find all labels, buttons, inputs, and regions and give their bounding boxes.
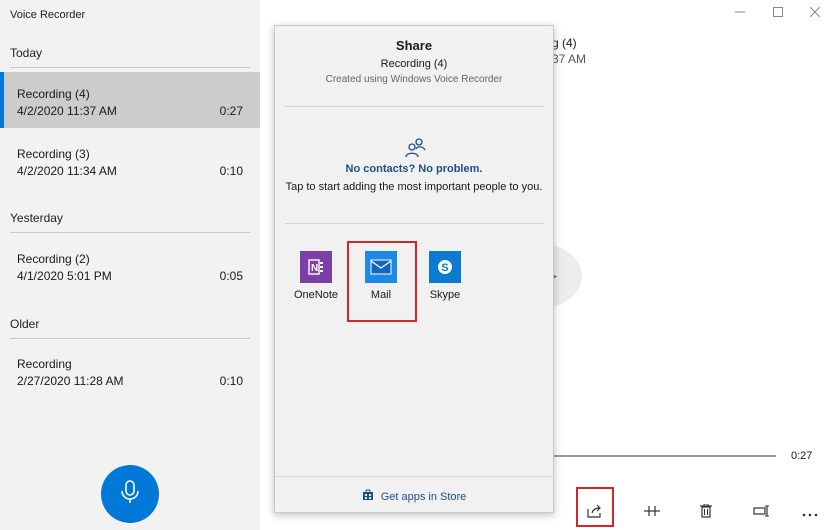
maximize-icon (773, 6, 783, 20)
share-app-label: Skype (429, 289, 461, 301)
share-app-label: OneNote (293, 289, 339, 301)
delete-icon (700, 503, 712, 523)
get-apps-label: Get apps in Store (380, 490, 467, 503)
recording-duration: 0:10 (219, 374, 243, 388)
recording-duration: 0:27 (219, 104, 243, 118)
more-icon (802, 504, 818, 522)
section-divider (10, 338, 250, 339)
total-time: 0:27 (791, 450, 813, 462)
share-button-highlight (576, 487, 614, 527)
recording-item-2[interactable]: Recording (2) 4/1/2020 5:01 PM 0:05 (0, 237, 260, 293)
trim-icon (643, 504, 661, 523)
player-title: g (4) (552, 36, 577, 50)
share-divider (285, 223, 544, 224)
contacts-prompt-title[interactable]: No contacts? No problem. (275, 163, 553, 175)
minimize-button[interactable] (731, 4, 749, 22)
share-app-skype[interactable]: S Skype (415, 251, 475, 301)
recording-name: Recording (3) (17, 147, 90, 161)
recording-name: Recording (2) (17, 252, 90, 266)
recording-item-4[interactable]: Recording (4) 4/2/2020 11:37 AM 0:27 (0, 72, 260, 128)
section-header-yesterday: Yesterday (10, 211, 63, 225)
svg-text:S: S (441, 262, 448, 274)
player-date: 37 AM (552, 52, 587, 66)
contacts-prompt-subtitle[interactable]: Tap to start adding the most important p… (275, 181, 553, 193)
share-divider (285, 106, 544, 107)
section-header-older: Older (10, 317, 40, 331)
microphone-icon (119, 479, 141, 510)
recording-date: 4/1/2020 5:01 PM (17, 269, 112, 283)
recording-duration: 0:05 (219, 269, 243, 283)
share-title: Share (395, 38, 433, 53)
recording-date: 4/2/2020 11:34 AM (17, 164, 117, 178)
mail-highlight (347, 241, 417, 322)
share-subtitle: Created using Windows Voice Recorder (325, 74, 503, 85)
contacts-icon (404, 138, 426, 163)
share-flyout: Share Recording (4) Created using Window… (274, 25, 554, 513)
store-icon (362, 489, 374, 504)
skype-icon: S (429, 251, 461, 283)
recording-item-1[interactable]: Recording 2/27/2020 11:28 AM 0:10 (0, 342, 260, 398)
recording-item-3[interactable]: Recording (3) 4/2/2020 11:34 AM 0:10 (0, 132, 260, 188)
rename-button[interactable] (748, 500, 776, 526)
playback-timeline[interactable] (552, 455, 776, 457)
more-button[interactable] (796, 500, 824, 526)
section-divider (10, 232, 250, 233)
recordings-pane: Voice Recorder Today Recording (4) 4/2/2… (0, 0, 260, 530)
share-footer-divider (275, 476, 553, 477)
recording-date: 4/2/2020 11:37 AM (17, 104, 117, 118)
section-header-today: Today (10, 46, 43, 60)
onenote-icon: N (300, 251, 332, 283)
recording-date: 2/27/2020 11:28 AM (17, 374, 124, 388)
recording-name: Recording (17, 357, 72, 371)
svg-text:N: N (311, 263, 318, 274)
section-divider (10, 67, 250, 68)
maximize-button[interactable] (769, 4, 787, 22)
app-title: Voice Recorder (10, 9, 86, 21)
recording-duration: 0:10 (219, 164, 243, 178)
trim-button[interactable] (638, 500, 666, 526)
recording-name: Recording (4) (17, 87, 90, 101)
rename-icon (753, 504, 771, 522)
record-button[interactable] (101, 465, 159, 523)
close-icon (809, 6, 821, 20)
get-apps-link[interactable]: Get apps in Store (275, 489, 553, 504)
minimize-icon (735, 6, 745, 20)
share-app-onenote[interactable]: N OneNote (286, 251, 346, 301)
close-button[interactable] (806, 4, 824, 22)
share-item-name: Recording (4) (380, 58, 448, 70)
delete-button[interactable] (692, 500, 720, 526)
